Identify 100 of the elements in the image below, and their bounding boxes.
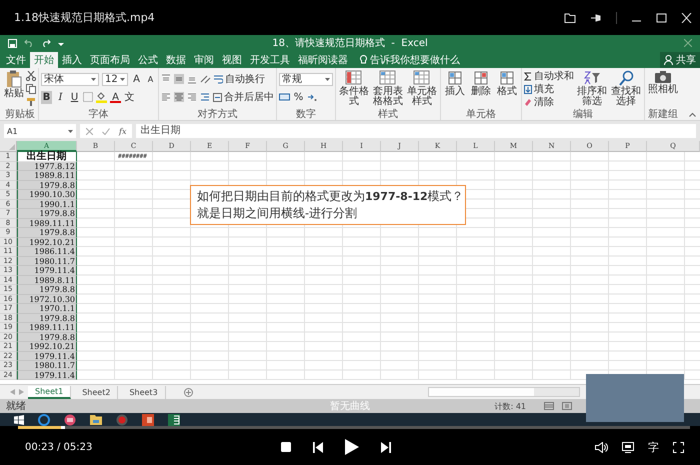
volume-icon[interactable]: [595, 442, 608, 452]
table-cell: 1979.11.4: [17, 266, 77, 276]
table-cell: 1980.11.7: [17, 361, 77, 370]
ribbon-tab[interactable]: 数据: [162, 52, 190, 68]
phonetic-button[interactable]: 文: [124, 90, 135, 104]
next-icon[interactable]: [381, 442, 391, 452]
currency-icon[interactable]: [279, 92, 290, 102]
merge-center-button[interactable]: 合并后居中: [213, 90, 274, 104]
italic-button[interactable]: I: [55, 90, 66, 104]
table-cell: 1986.11.4: [17, 247, 77, 256]
group-label: 编辑: [572, 109, 594, 120]
shrink-font-button[interactable]: A: [145, 72, 156, 86]
save-icon[interactable]: [8, 38, 17, 48]
redo-icon[interactable]: [41, 39, 51, 47]
horizontal-scrollbar[interactable]: [428, 387, 580, 397]
browser-icon[interactable]: [38, 414, 50, 426]
text-orientation-icon[interactable]: [200, 74, 211, 84]
callout-text: 就是日期之间用横线-进行分割: [197, 205, 358, 222]
table-cell: 1989.8.11: [17, 171, 77, 180]
person-icon: [664, 55, 673, 65]
page-layout-icon[interactable]: [562, 402, 572, 410]
style-button[interactable]: 条件格式: [338, 70, 370, 107]
border-icon[interactable]: [83, 92, 93, 102]
record-icon[interactable]: [116, 414, 128, 426]
spreadsheet-app-icon[interactable]: [168, 414, 180, 426]
ribbon-tab[interactable]: 开始: [30, 52, 58, 68]
group-label: 数字: [295, 109, 317, 120]
font-name-field[interactable]: 宋体: [41, 72, 99, 86]
cells-button[interactable]: 格式: [495, 70, 519, 97]
presentation-app-icon[interactable]: [142, 414, 154, 426]
normal-view-icon[interactable]: [544, 402, 554, 410]
align-middle-icon[interactable]: [174, 74, 184, 84]
ribbon-tab[interactable]: 页面布局: [86, 52, 134, 68]
percent-button[interactable]: %: [293, 90, 304, 104]
ribbon-tab[interactable]: 文件: [2, 52, 30, 68]
table-cell: 1970.1.1: [17, 304, 77, 314]
picture-in-picture-icon[interactable]: [622, 442, 634, 452]
clear-button[interactable]: 清除: [524, 96, 574, 108]
sort-filter-icon: [583, 70, 601, 86]
find-select-button[interactable]: 查找和选择: [610, 70, 642, 107]
lightbulb-icon: [360, 55, 367, 65]
formula-field[interactable]: 出生日期: [136, 124, 696, 138]
camera-button[interactable]: 照相机: [647, 70, 679, 95]
autosum-button[interactable]: 自动求和: [524, 70, 574, 82]
fill-button[interactable]: 填充: [524, 83, 574, 95]
style-button[interactable]: 套用表格格式: [372, 70, 404, 107]
number-format-field[interactable]: 常规: [279, 72, 333, 86]
ribbon-tab[interactable]: 审阅: [190, 52, 218, 68]
ribbon-tab[interactable]: 开发工具: [246, 52, 294, 68]
previous-icon[interactable]: [313, 442, 323, 452]
app-icon[interactable]: [64, 414, 76, 426]
font-size-field[interactable]: 12: [102, 72, 128, 86]
style-button[interactable]: 单元格样式: [406, 70, 438, 107]
check-icon[interactable]: [102, 128, 110, 134]
tell-me-field[interactable]: 告诉我你想要做什么: [360, 52, 460, 68]
align-right-icon[interactable]: [187, 92, 197, 102]
copy-icon[interactable]: [26, 84, 36, 94]
folder-icon[interactable]: [564, 12, 576, 22]
fullscreen-icon[interactable]: [673, 442, 684, 452]
indent-icon[interactable]: [200, 92, 210, 102]
scissors-icon[interactable]: [26, 71, 36, 81]
share-button[interactable]: 共享: [660, 52, 700, 68]
font-color-button[interactable]: A: [110, 92, 121, 102]
collapse-ribbon-icon[interactable]: [689, 112, 696, 117]
caret-icon: [91, 78, 96, 80]
play-icon[interactable]: [345, 439, 359, 455]
ribbon-tab[interactable]: 视图: [218, 52, 246, 68]
cells-button[interactable]: 插入: [443, 70, 467, 97]
magnifier-icon: [618, 70, 634, 86]
sort-filter-button[interactable]: 排序和筛选: [576, 70, 608, 107]
fill-down-icon: [524, 84, 532, 94]
format-painter-icon[interactable]: [26, 97, 36, 107]
ribbon-tab[interactable]: 插入: [58, 52, 86, 68]
pin-icon[interactable]: [590, 12, 602, 22]
table-cell: 1989.11.11: [17, 323, 77, 332]
ribbon-tab[interactable]: 福昕阅读器: [294, 52, 352, 68]
paste-button[interactable]: 粘贴: [4, 70, 24, 99]
name-box[interactable]: A1: [4, 124, 76, 138]
underline-button[interactable]: U: [69, 90, 80, 104]
group-label: 对齐方式: [196, 109, 238, 120]
cells-button[interactable]: 删除: [469, 70, 493, 97]
maximize-icon[interactable]: [656, 12, 667, 22]
folder-icon[interactable]: [90, 414, 102, 425]
progress-bar[interactable]: [18, 426, 690, 429]
fill-color-icon[interactable]: [96, 92, 107, 102]
ribbon-tab[interactable]: 公式: [134, 52, 162, 68]
insert-function-button[interactable]: fx: [119, 126, 126, 136]
align-center-icon[interactable]: [174, 92, 184, 102]
windows-icon[interactable]: [14, 414, 24, 424]
decimal-icon[interactable]: [307, 92, 317, 102]
subtitle-button[interactable]: 字: [648, 440, 659, 454]
wrap-text-button[interactable]: 自动换行: [214, 72, 265, 86]
align-left-icon[interactable]: [161, 92, 171, 102]
sheet-tab[interactable]: Sheet1: [28, 386, 72, 398]
add-sheet-icon[interactable]: [184, 388, 193, 396]
bold-button[interactable]: B: [41, 90, 52, 104]
customize-icon[interactable]: [58, 40, 64, 46]
video-title: 1.18快速规范日期格式.mp4: [14, 10, 155, 25]
undo-icon[interactable]: [24, 39, 34, 47]
grow-font-button[interactable]: A: [131, 72, 142, 86]
